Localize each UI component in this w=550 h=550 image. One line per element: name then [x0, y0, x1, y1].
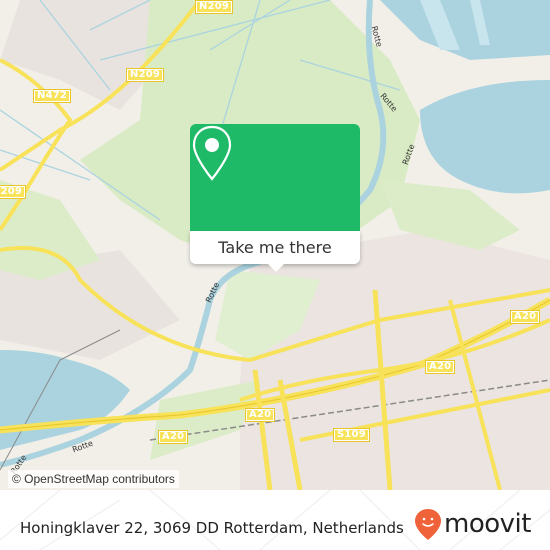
take-me-there-button[interactable]: Take me there — [190, 231, 360, 264]
moovit-wordmark: moovit — [444, 509, 531, 539]
road-label-s109: S109 — [333, 428, 370, 442]
road-label-a20: A20 — [245, 408, 276, 422]
moovit-logo[interactable]: moovit — [414, 507, 531, 541]
address-text: Honingklaver 22, 3069 DD Rotterdam, Neth… — [20, 519, 404, 537]
road-label-a20: A20 — [510, 310, 541, 324]
map[interactable]: N209 N209 N472 N209 A20 A20 A20 A20 S109… — [0, 0, 550, 490]
popup-pointer — [267, 263, 285, 272]
location-popup: Take me there — [190, 124, 360, 272]
road-label-n472: N472 — [33, 89, 72, 103]
moovit-smiley-pin-icon — [415, 509, 441, 540]
road-label-n209: N209 — [126, 68, 165, 82]
harbour-water — [380, 0, 550, 60]
map-attribution[interactable]: © OpenStreetMap contributors — [8, 470, 179, 488]
road-label-a20: A20 — [425, 360, 456, 374]
road-label-n209: N209 — [195, 0, 234, 14]
lake — [420, 80, 550, 194]
road-label-a20: A20 — [158, 430, 189, 444]
residential-area — [240, 230, 550, 490]
map-pin-icon — [192, 125, 232, 181]
popup-header — [190, 124, 360, 231]
take-me-there-label: Take me there — [218, 238, 332, 257]
road-label-n209: N209 — [0, 185, 27, 199]
